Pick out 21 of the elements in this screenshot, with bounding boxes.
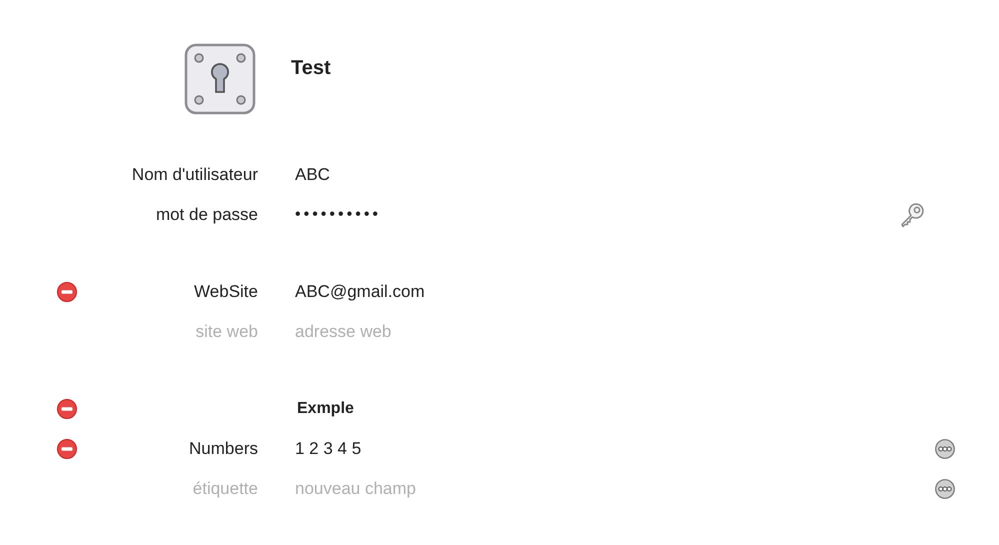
section-title: Exmple bbox=[297, 399, 354, 419]
label-input[interactable]: site web bbox=[158, 319, 258, 345]
value-input[interactable]: nouveau champ bbox=[295, 476, 495, 502]
label-input[interactable]: étiquette bbox=[158, 476, 258, 502]
field-value: ABC@gmail.com bbox=[295, 281, 425, 304]
keyhole-icon bbox=[184, 43, 256, 115]
field-label: Nom d'utilisateur bbox=[132, 164, 258, 186]
more-icon[interactable] bbox=[935, 479, 955, 499]
field-value: ABC bbox=[295, 164, 330, 186]
remove-icon[interactable] bbox=[57, 399, 77, 419]
password-value: •••••••••• bbox=[295, 205, 382, 225]
field-value: 1 2 3 4 5 bbox=[295, 438, 362, 460]
remove-icon[interactable] bbox=[57, 282, 77, 302]
field-label: WebSite bbox=[194, 281, 258, 304]
field-label: Numbers bbox=[189, 438, 258, 460]
entry-title: Test bbox=[291, 56, 331, 81]
value-input[interactable]: adresse web bbox=[295, 319, 495, 345]
key-icon[interactable] bbox=[901, 202, 925, 228]
more-icon[interactable] bbox=[935, 439, 955, 459]
remove-icon[interactable] bbox=[57, 439, 77, 459]
field-label: mot de passe bbox=[156, 204, 258, 226]
